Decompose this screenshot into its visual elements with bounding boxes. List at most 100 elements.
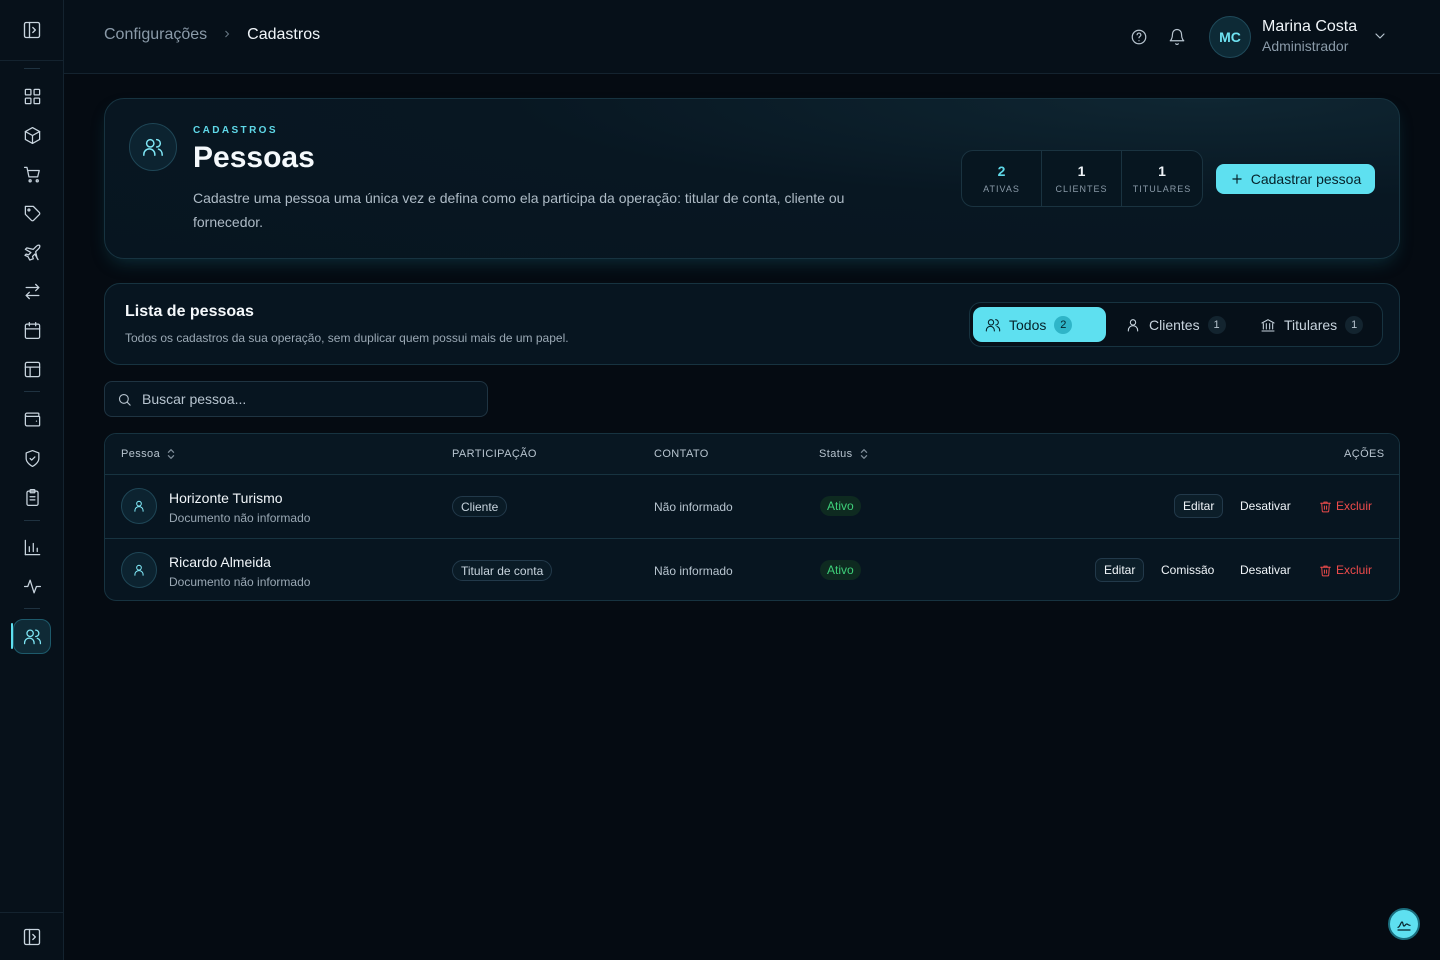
feedback-button[interactable] (1388, 908, 1420, 940)
edit-button[interactable]: Editar (1095, 558, 1145, 582)
page-description: Cadastre uma pessoa uma única vez e defi… (193, 190, 845, 230)
trash-icon (1320, 501, 1331, 512)
top-header: Configurações Cadastros MC Marina Costa … (64, 0, 1440, 74)
panel-left-icon (23, 928, 40, 945)
sidebar-item-security[interactable] (20, 446, 44, 470)
user-role: Administrador (1262, 38, 1349, 54)
layout-icon (24, 361, 40, 377)
wallet-icon (24, 412, 40, 426)
sidebar-item-calendar[interactable] (20, 318, 44, 342)
search-input[interactable] (142, 391, 462, 407)
column-participation: PARTICIPAÇÃO (452, 448, 537, 460)
person-name[interactable]: Ricardo Almeida (169, 554, 271, 570)
sidebar-divider (24, 68, 40, 69)
avatar[interactable]: MC (1209, 16, 1251, 58)
column-status[interactable]: Status (819, 448, 869, 460)
tag-icon (24, 205, 40, 221)
tab-holders[interactable]: Titulares 1 (1248, 307, 1375, 342)
user-icon (121, 552, 157, 588)
tab-all[interactable]: Todos 2 (973, 307, 1106, 342)
table-row: Ricardo Almeida Documento não informado … (105, 538, 1399, 600)
column-person[interactable]: Pessoa (121, 448, 176, 460)
sidebar-divider (24, 520, 40, 521)
people-table: Pessoa PARTICIPAÇÃO CONTATO Status AÇÕES… (104, 433, 1400, 601)
sidebar-item-activity[interactable] (20, 574, 44, 598)
breadcrumb-current: Cadastros (247, 26, 321, 43)
stats-summary: 2 ATIVAS 1 CLIENTES 1 TITULARES (961, 150, 1203, 207)
sidebar-item-pricing[interactable] (20, 201, 44, 225)
table-row: Horizonte Turismo Documento não informad… (105, 475, 1399, 538)
edit-button[interactable]: Editar (1174, 494, 1224, 518)
sidebar-collapse-button[interactable] (0, 912, 63, 960)
delete-button[interactable]: Excluir (1319, 494, 1372, 518)
column-actions: AÇÕES (1344, 448, 1385, 460)
sidebar-item-products[interactable] (20, 123, 44, 147)
users-icon (23, 629, 41, 645)
column-contact: CONTATO (654, 448, 709, 460)
panel-left-icon (23, 21, 40, 39)
sidebar-item-wallet[interactable] (20, 407, 44, 431)
help-button[interactable] (1130, 28, 1148, 46)
sidebar (0, 0, 64, 960)
bank-icon (1261, 318, 1275, 332)
users-icon (129, 123, 177, 171)
users-icon (985, 318, 1001, 332)
sidebar-item-analytics[interactable] (20, 535, 44, 559)
breadcrumb-parent[interactable]: Configurações (104, 26, 207, 44)
person-contact: Não informado (654, 564, 733, 578)
sidebar-divider (24, 608, 40, 609)
delete-button[interactable]: Excluir (1319, 558, 1372, 582)
sidebar-divider (24, 391, 40, 392)
add-person-button[interactable]: Cadastrar pessoa (1216, 164, 1375, 194)
deactivate-button[interactable]: Desativar (1240, 558, 1291, 582)
sidebar-item-dashboard[interactable] (20, 84, 44, 108)
breadcrumb: Configurações Cadastros (104, 26, 320, 44)
signature-icon (1397, 921, 1411, 931)
people-list-header: Lista de pessoas Todos os cadastros da s… (104, 283, 1400, 365)
sidebar-item-sales[interactable] (20, 162, 44, 186)
sort-icon (860, 449, 867, 459)
person-document: Documento não informado (169, 575, 311, 589)
trash-icon (1320, 565, 1331, 576)
user-icon (121, 488, 157, 524)
sidebar-item-reports[interactable] (20, 485, 44, 509)
stat-clients: 1 CLIENTES (1042, 151, 1122, 206)
stat-active: 2 ATIVAS (962, 151, 1042, 206)
table-header: Pessoa PARTICIPAÇÃO CONTATO Status AÇÕES (105, 434, 1399, 475)
list-subtitle: Todos os cadastros da sua operação, sem … (125, 331, 569, 345)
help-circle-icon (1131, 29, 1147, 45)
tab-count: 1 (1345, 315, 1364, 334)
user-menu-button[interactable] (1372, 28, 1388, 44)
sidebar-item-trips[interactable] (20, 240, 44, 264)
bar-chart-icon (24, 539, 40, 555)
page-title: Pessoas (193, 141, 315, 174)
sidebar-item-transfers[interactable] (20, 279, 44, 303)
status-badge: Ativo (820, 496, 861, 516)
tab-count: 2 (1054, 315, 1073, 334)
plane-icon (23, 244, 40, 261)
shield-icon (25, 449, 39, 467)
sidebar-item-layout[interactable] (20, 357, 44, 381)
participation-badge: Titular de conta (452, 560, 553, 581)
activity-icon (23, 579, 41, 593)
sidebar-item-people[interactable] (13, 619, 51, 654)
commission-button[interactable]: Comissão (1161, 558, 1214, 582)
deactivate-button[interactable]: Desativar (1240, 494, 1291, 518)
search-icon (118, 393, 131, 406)
add-person-label: Cadastrar pessoa (1250, 171, 1362, 187)
filter-tabs: Todos 2 Clientes 1 Titulares 1 (969, 302, 1383, 347)
clipboard-icon (25, 488, 39, 506)
notifications-button[interactable] (1168, 28, 1186, 46)
person-name[interactable]: Horizonte Turismo (169, 490, 283, 506)
stat-holders: 1 TITULARES (1132, 163, 1192, 194)
plus-icon (1232, 174, 1242, 184)
bell-icon (1169, 28, 1185, 46)
tab-count: 1 (1207, 315, 1226, 334)
participation-badge: Cliente (452, 496, 508, 517)
user-name[interactable]: Marina Costa (1262, 18, 1357, 36)
sidebar-toggle-button[interactable] (0, 0, 63, 61)
status-badge: Ativo (820, 560, 861, 580)
sort-icon (167, 449, 175, 459)
page-hero: CADASTROS Pessoas Cadastre uma pessoa um… (104, 98, 1400, 259)
tab-clients[interactable]: Clientes 1 (1113, 307, 1238, 342)
